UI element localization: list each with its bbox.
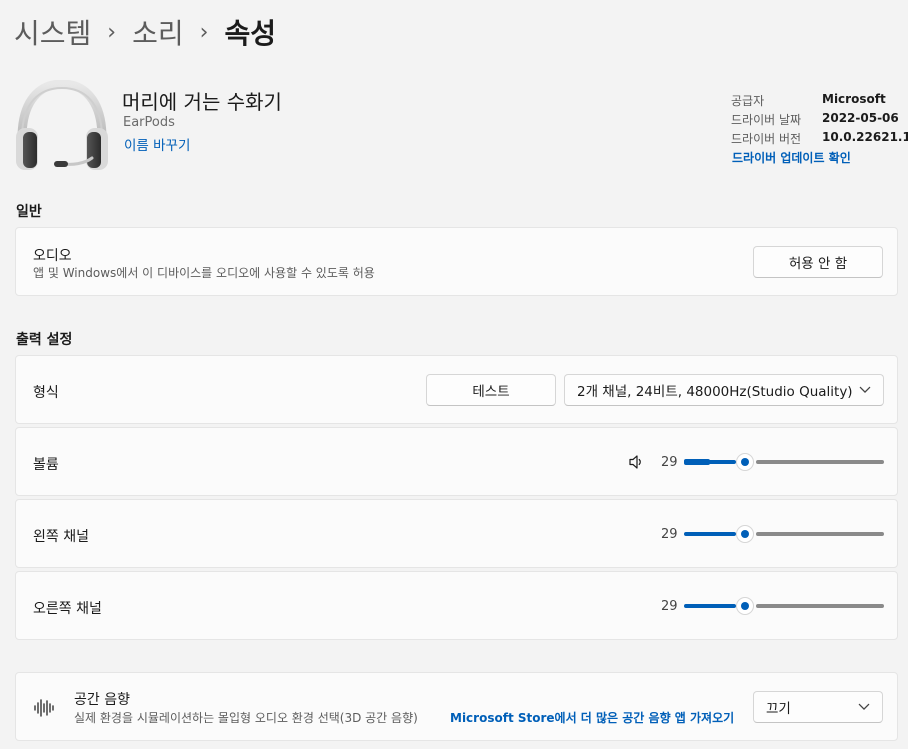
provider-label: 공급자 (731, 94, 765, 108)
driver-update-link[interactable]: 드라이버 업데이트 확인 (732, 149, 851, 166)
format-value: 2개 채널, 24비트, 48000Hz(Studio Quality) (577, 384, 853, 400)
driver-version-value: 10.0.22621.1 (822, 130, 908, 144)
device-name: 머리에 거는 수화기 (122, 90, 282, 114)
volume-slider[interactable] (684, 452, 884, 472)
left-channel-label: 왼쪽 채널 (33, 529, 89, 545)
format-label: 형식 (33, 385, 59, 401)
left-channel-slider[interactable] (684, 524, 884, 544)
breadcrumb-separator: › (199, 19, 209, 45)
format-dropdown[interactable]: 2개 채널, 24비트, 48000Hz(Studio Quality) (564, 374, 884, 406)
driver-version-label: 드라이버 버전 (731, 132, 802, 146)
right-channel-slider-thumb[interactable] (736, 597, 754, 615)
right-channel-value: 29 (661, 599, 678, 614)
left-channel-card: 왼쪽 채널 29 (15, 499, 898, 568)
volume-label: 볼륨 (33, 457, 59, 473)
sound-wave-icon (34, 699, 54, 717)
spatial-sound-title: 공간 음향 (74, 692, 130, 708)
breadcrumb: 시스템 › 소리 › 속성 (14, 12, 276, 52)
left-channel-slider-thumb[interactable] (736, 525, 754, 543)
driver-date-label: 드라이버 날짜 (731, 113, 802, 127)
right-channel-label: 오른쪽 채널 (33, 601, 102, 617)
chevron-down-icon (858, 703, 870, 711)
spatial-sound-description: 실제 환경을 시뮬레이션하는 몰입형 오디오 환경 선택(3D 공간 음향) (74, 711, 418, 725)
volume-slider-thumb[interactable] (736, 453, 754, 471)
device-model: EarPods (123, 115, 175, 130)
left-channel-value: 29 (661, 527, 678, 542)
volume-value: 29 (661, 455, 678, 470)
breadcrumb-separator: › (107, 19, 117, 45)
breadcrumb-sound[interactable]: 소리 (132, 12, 184, 52)
format-card: 형식 테스트 2개 채널, 24비트, 48000Hz(Studio Quali… (15, 355, 898, 424)
chevron-down-icon (859, 386, 871, 394)
volume-peak-meter (684, 459, 710, 465)
left-channel-slider-fill (684, 532, 736, 536)
driver-date-value: 2022-05-06 (822, 111, 899, 125)
output-settings-heading: 출력 설정 (16, 332, 73, 348)
volume-card: 볼륨 29 (15, 427, 898, 496)
audio-description: 앱 및 Windows에서 이 디바이스를 오디오에 사용할 수 있도록 허용 (33, 266, 375, 280)
spatial-sound-value: 끄기 (766, 701, 791, 717)
store-link[interactable]: Microsoft Store에서 더 많은 공간 음향 앱 가져오기 (450, 709, 734, 726)
page-title: 속성 (224, 17, 276, 50)
audio-title: 오디오 (33, 248, 72, 264)
headset-icon (16, 80, 108, 170)
deny-audio-button[interactable]: 허용 안 함 (753, 246, 883, 278)
right-channel-card: 오른쪽 채널 29 (15, 571, 898, 640)
right-channel-slider-track (756, 604, 884, 608)
breadcrumb-system[interactable]: 시스템 (14, 12, 91, 52)
right-channel-slider[interactable] (684, 596, 884, 616)
general-heading: 일반 (16, 204, 42, 220)
volume-slider-track (756, 460, 884, 464)
speaker-icon[interactable] (628, 454, 644, 470)
spatial-sound-card: 공간 음향 실제 환경을 시뮬레이션하는 몰입형 오디오 환경 선택(3D 공간… (15, 672, 898, 741)
left-channel-slider-track (756, 532, 884, 536)
provider-value: Microsoft (822, 92, 886, 106)
rename-link[interactable]: 이름 바꾸기 (124, 134, 190, 154)
right-channel-slider-fill (684, 604, 736, 608)
spatial-sound-dropdown[interactable]: 끄기 (753, 691, 883, 723)
test-button[interactable]: 테스트 (426, 374, 556, 406)
audio-card: 오디오 앱 및 Windows에서 이 디바이스를 오디오에 사용할 수 있도록… (15, 227, 898, 296)
